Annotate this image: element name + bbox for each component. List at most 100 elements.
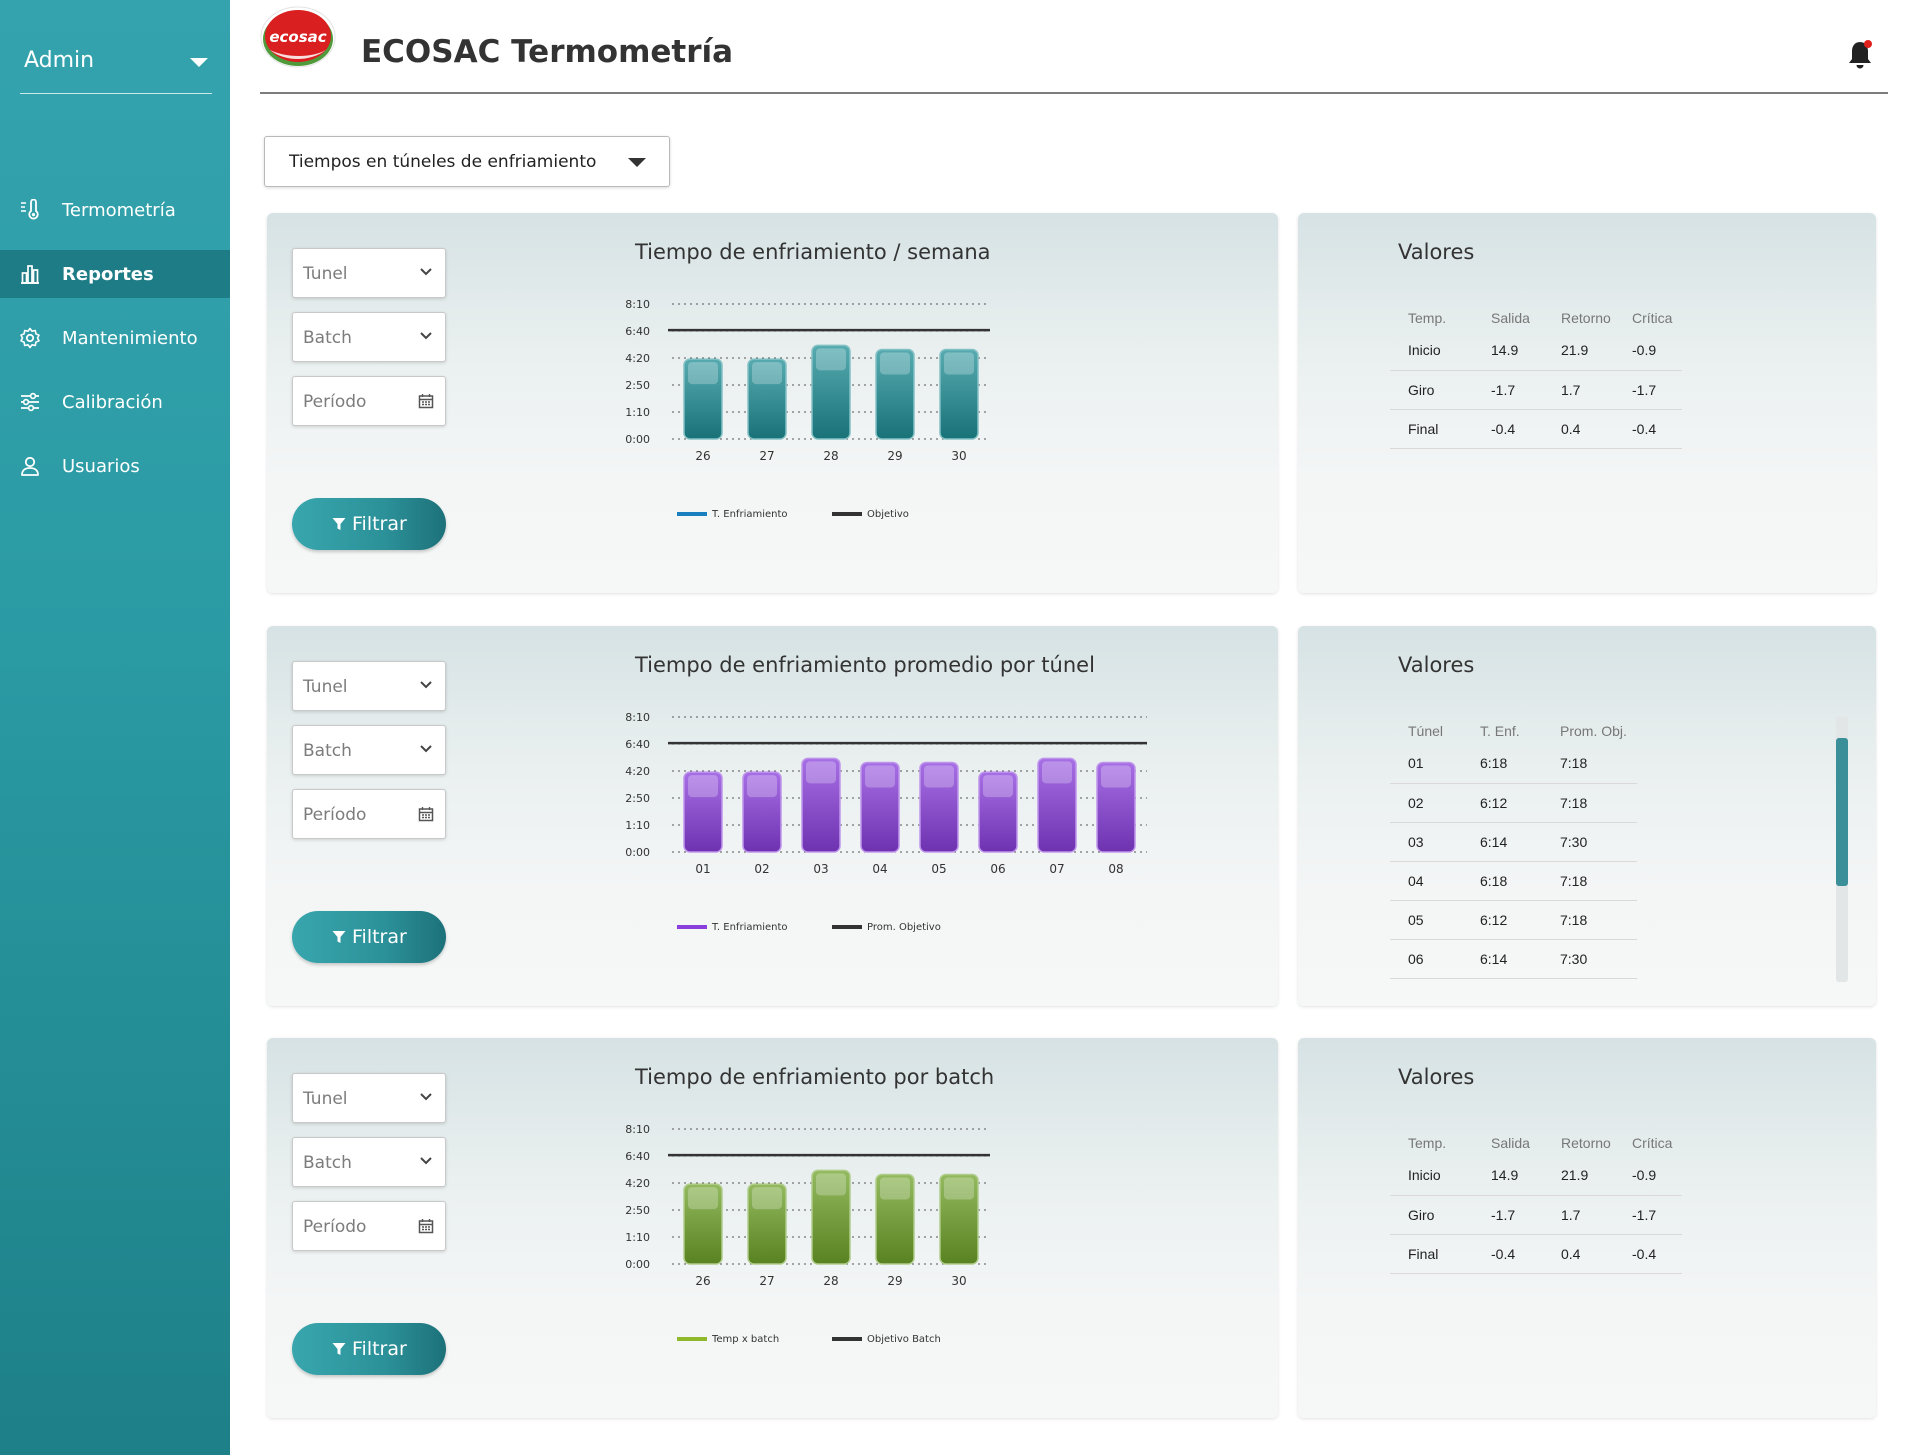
x-tick-label: 04: [872, 862, 887, 876]
x-tick-label: 27: [759, 449, 774, 463]
table-row: Final -0.4 0.4 -0.4: [1390, 1234, 1682, 1274]
notification-bell-icon[interactable]: [1846, 38, 1874, 72]
x-tick-label: 01: [695, 862, 710, 876]
table-cell: 06: [1390, 939, 1462, 979]
x-tick-label: 28: [823, 449, 838, 463]
table-cell: 21.9: [1543, 1156, 1614, 1196]
sidebar-item-label: Usuarios: [62, 455, 140, 477]
bar-highlight: [752, 1187, 782, 1210]
sidebar-item-usuarios[interactable]: Usuarios: [0, 442, 230, 490]
tunel-placeholder: Tunel: [303, 1089, 348, 1109]
batch-select[interactable]: Batch: [292, 725, 446, 775]
svg-text:ecosac: ecosac: [269, 28, 326, 46]
chart-title: Tiempo de enfriamiento promedio por túne…: [635, 653, 1095, 677]
column-header: Retorno: [1561, 310, 1611, 326]
tunel-select[interactable]: Tunel: [292, 1073, 446, 1123]
bar-highlight: [924, 765, 954, 788]
table-cell: 1.7: [1543, 1195, 1614, 1235]
scrollbar-thumb[interactable]: [1836, 738, 1848, 886]
chart-batch: 8:10 6:40 4:20 2:50 1:10 0:00 26 27 28 29 30 Temp x…: [625, 1123, 990, 1345]
batch-select[interactable]: Batch: [292, 312, 446, 362]
values-scrollbar[interactable]: [1836, 716, 1848, 982]
table-cell: 6:12: [1462, 900, 1542, 940]
values-table: Temp. Salida Retorno Crítica Inicio 14.9 21.9-…: [1390, 1130, 1682, 1274]
x-tick-label: 26: [695, 1274, 710, 1288]
legend-label: Objetivo Batch: [867, 1334, 941, 1345]
table-row: 02 6:12 7:18: [1390, 783, 1637, 823]
bar-highlight: [880, 1177, 910, 1200]
table-row: 04 6:18 7:18: [1390, 861, 1637, 901]
table-cell: 7:18: [1542, 744, 1637, 784]
tunel-select[interactable]: Tunel: [292, 248, 446, 298]
sidebar-item-label: Termometría: [62, 199, 176, 221]
table-cell: 02: [1390, 783, 1462, 823]
table-cell: 0.4: [1543, 409, 1614, 449]
bar-highlight: [688, 1187, 718, 1210]
values-table: Túnel T. Enf. Prom. Obj. 01 6:18 7:18 02 6:12 7:…: [1390, 718, 1637, 979]
y-tick-label: 4:20: [625, 765, 650, 778]
periodo-input[interactable]: Período: [292, 789, 446, 839]
y-tick-label: 0:00: [625, 433, 650, 446]
sidebar-item-label: Calibración: [62, 391, 163, 413]
tunel-placeholder: Tunel: [303, 677, 348, 697]
sidebar-item-reportes[interactable]: Reportes: [0, 250, 230, 298]
sidebar-item-calibracion[interactable]: Calibración: [0, 378, 230, 426]
periodo-placeholder: Período: [303, 392, 367, 412]
table-cell: 04: [1390, 861, 1462, 901]
x-tick-label: 28: [823, 1274, 838, 1288]
funnel-icon: [332, 1343, 346, 1355]
y-tick-label: 1:10: [625, 406, 650, 419]
user-menu[interactable]: Admin: [20, 28, 212, 94]
periodo-input[interactable]: Período: [292, 1201, 446, 1251]
table-row: Giro -1.7 1.7 -1.7: [1390, 1195, 1682, 1235]
sidebar-item-mantenimiento[interactable]: Mantenimiento: [0, 314, 230, 362]
sidebar-item-termometria[interactable]: Termometría: [0, 186, 230, 234]
filter-button[interactable]: Filtrar: [292, 498, 446, 550]
x-tick-label: 27: [759, 1274, 774, 1288]
batch-select[interactable]: Batch: [292, 1137, 446, 1187]
table-cell: Inicio: [1390, 1156, 1473, 1196]
bar-highlight: [880, 352, 910, 375]
column-header: Crítica: [1632, 310, 1673, 326]
thermometer-icon: [18, 198, 42, 222]
column-header: Túnel: [1408, 723, 1444, 739]
funnel-icon: [332, 518, 346, 530]
calendar-icon: [418, 394, 434, 409]
report-type-select[interactable]: Tiempos en túneles de enfriamiento: [264, 136, 670, 187]
chevron-down-icon: [420, 681, 432, 689]
bar-chart-icon: [18, 262, 42, 286]
values-card-batch: Valores Temp. Salida Retorno Crítica Inicio 1…: [1298, 1038, 1876, 1418]
y-tick-label: 8:10: [625, 711, 650, 724]
bar-highlight: [865, 765, 895, 788]
x-tick-label: 30: [951, 1274, 966, 1288]
chevron-down-icon: [420, 268, 432, 276]
tunel-select[interactable]: Tunel: [292, 661, 446, 711]
bar-highlight: [747, 775, 777, 798]
periodo-input[interactable]: Período: [292, 376, 446, 426]
batch-placeholder: Batch: [303, 741, 352, 761]
table-header-row: Temp. Salida Retorno Crítica: [1390, 1130, 1682, 1156]
filter-button-label: Filtrar: [352, 926, 407, 948]
calendar-icon: [418, 1219, 434, 1234]
bar-highlight: [806, 761, 836, 784]
chart-tunel: 8:10 6:40 4:20 2:50 1:10 0:00 01 02 03 04 05 06 07 08…: [625, 711, 1147, 933]
x-tick-label: 26: [695, 449, 710, 463]
filter-button[interactable]: Filtrar: [292, 1323, 446, 1375]
values-card-semana: Valores Temp. Salida Retorno Crítica Inicio 1…: [1298, 213, 1876, 593]
filter-button[interactable]: Filtrar: [292, 911, 446, 963]
bar-highlight: [1042, 761, 1072, 784]
x-tick-label: 06: [990, 862, 1005, 876]
table-cell: 03: [1390, 822, 1462, 862]
batch-placeholder: Batch: [303, 328, 352, 348]
table-row: Final -0.4 0.4 -0.4: [1390, 409, 1682, 449]
table-cell: Giro: [1390, 370, 1473, 410]
x-tick-label: 29: [887, 449, 902, 463]
column-header: Crítica: [1632, 1135, 1673, 1151]
table-cell: -1.7: [1614, 1195, 1682, 1235]
bar-highlight: [944, 352, 974, 375]
bar-highlight: [816, 348, 846, 371]
batch-placeholder: Batch: [303, 1153, 352, 1173]
table-cell: Inicio: [1390, 331, 1473, 371]
values-card-tunel: Valores Túnel T. Enf. Prom. Obj. 01 6:18 7:18…: [1298, 626, 1876, 1006]
table-cell: 6:18: [1462, 861, 1542, 901]
